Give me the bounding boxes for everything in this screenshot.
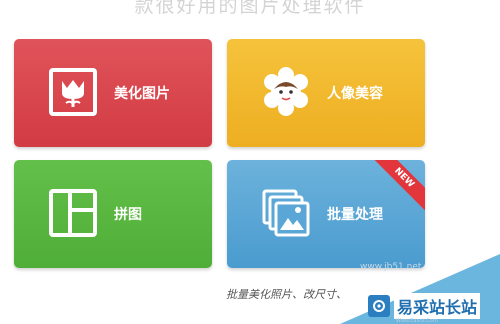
brand-name: 易采站长站 [394, 293, 481, 319]
tile-label: 拼图 [114, 207, 142, 223]
tile-label: 人像美容 [327, 86, 383, 102]
photo-flower-icon [49, 68, 97, 116]
brand-watermark: 易采站长站 [368, 293, 481, 319]
beautify-photo-tile[interactable]: 美化图片 [14, 39, 212, 147]
portrait-beauty-tile[interactable]: 人像美容 [227, 39, 425, 147]
brand-logo-icon [368, 295, 390, 317]
batch-process-tile[interactable]: 批量处理 NEW [227, 160, 425, 268]
face-flower-icon [264, 67, 308, 116]
tile-label: 美化图片 [114, 86, 170, 102]
brand-tagline: Www.Easck.Com [396, 318, 438, 324]
page-title: 款很好用的图片处理软件 [134, 0, 366, 17]
tile-label: 批量处理 [327, 207, 383, 223]
collage-grid-icon [49, 189, 97, 237]
collage-tile[interactable]: 拼图 [14, 160, 212, 268]
stacked-photos-icon [262, 189, 310, 237]
handwritten-annotation: 批量美化照片、改尺寸、 [226, 288, 347, 301]
